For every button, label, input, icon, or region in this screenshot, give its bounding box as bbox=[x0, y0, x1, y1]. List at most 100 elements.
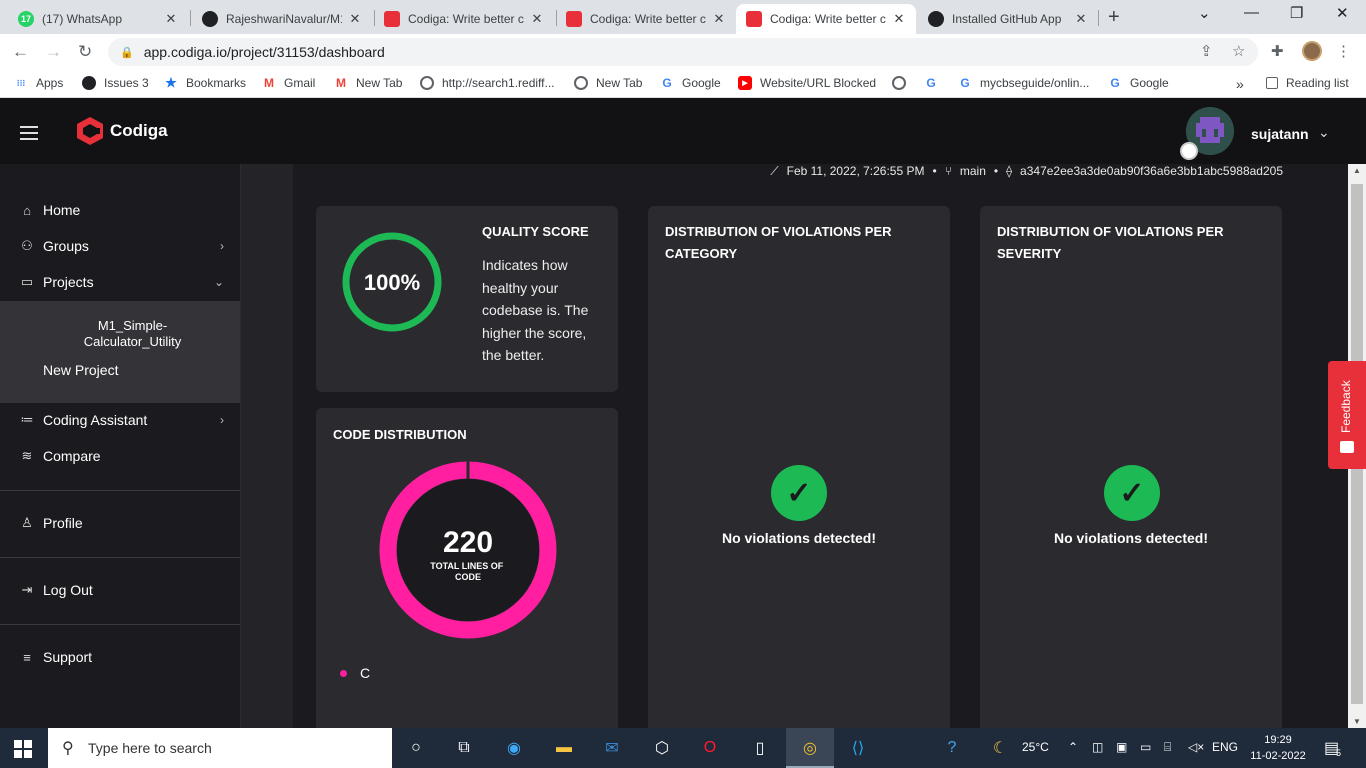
sidebar-item-coding-assistant[interactable]: ≔ Coding Assistant › bbox=[0, 402, 240, 438]
windows-start-icon[interactable] bbox=[14, 740, 32, 758]
forward-arrow-icon[interactable]: → bbox=[45, 42, 62, 62]
bookmark-bookmarks[interactable]: ★ Bookmarks bbox=[164, 75, 247, 90]
bookmark-google-3[interactable]: G Google bbox=[1108, 76, 1168, 90]
tab-whatsapp[interactable]: 17 (17) WhatsApp ✕ bbox=[8, 4, 188, 34]
taskbar-clock[interactable]: 19:29 11-02-2022 bbox=[1250, 732, 1306, 764]
battery-icon[interactable]: ▭ bbox=[1140, 740, 1151, 754]
close-icon[interactable]: ✕ bbox=[712, 11, 726, 27]
vscode-icon[interactable]: ⟨⟩ bbox=[846, 736, 870, 760]
more-bookmarks-button[interactable]: » bbox=[1236, 76, 1244, 92]
tab-search-icon[interactable]: ⌄ bbox=[1198, 4, 1211, 22]
display-icon[interactable]: ▣ bbox=[1116, 740, 1127, 754]
github-icon bbox=[82, 76, 96, 90]
file-explorer-icon[interactable]: ▬ bbox=[552, 736, 576, 760]
globe-icon bbox=[574, 76, 588, 90]
task-view-icon[interactable]: ⧉ bbox=[452, 736, 476, 760]
bookmark-gmail[interactable]: M Gmail bbox=[262, 76, 315, 90]
close-icon[interactable]: ✕ bbox=[164, 11, 178, 27]
edge-icon[interactable]: ◉ bbox=[502, 736, 526, 760]
tab-github-app[interactable]: Installed GitHub App ✕ bbox=[918, 4, 1098, 34]
reload-icon[interactable]: ↻ bbox=[78, 42, 92, 62]
language-indicator[interactable]: ENG bbox=[1212, 740, 1238, 754]
sidebar: ⌂ Home ⚇ Groups › ▭ Projects ⌄ M1_Simple… bbox=[0, 164, 241, 728]
quality-score-description: Indicates how healthy your codebase is. … bbox=[482, 257, 589, 363]
whatsapp-icon: 17 bbox=[18, 11, 34, 27]
sidebar-item-projects[interactable]: ▭ Projects ⌄ bbox=[0, 264, 240, 300]
bookmark-label: http://search1.rediff... bbox=[442, 76, 555, 90]
bookmark-issues[interactable]: Issues 3 bbox=[82, 76, 149, 90]
sidebar-item-label: Log Out bbox=[43, 582, 93, 598]
codiga-icon bbox=[746, 11, 762, 27]
bookmark-star-icon[interactable]: ☆ bbox=[1232, 42, 1245, 60]
tab-title: Codiga: Write better c bbox=[770, 12, 886, 26]
share-icon[interactable]: ⇪ bbox=[1200, 42, 1213, 60]
taskbar-search-input[interactable]: ⚲ Type here to search bbox=[48, 728, 392, 768]
chrome-icon[interactable]: ◎ bbox=[798, 736, 822, 760]
no-violations-message: No violations detected! bbox=[1053, 530, 1209, 546]
chevron-up-icon[interactable]: ⌃ bbox=[1068, 740, 1078, 754]
sidebar-item-compare[interactable]: ≋ Compare bbox=[0, 438, 240, 474]
url-field[interactable]: 🔒 app.codiga.io/project/31153/dashboard bbox=[108, 38, 1258, 66]
mail-icon[interactable]: ✉ bbox=[600, 736, 624, 760]
volume-muted-icon[interactable]: ◁× bbox=[1188, 740, 1204, 754]
close-icon[interactable]: ✕ bbox=[892, 11, 906, 27]
hamburger-menu-icon[interactable] bbox=[20, 126, 38, 140]
feedback-tab[interactable]: Feedback bbox=[1328, 361, 1366, 469]
close-window-button[interactable]: ✕ bbox=[1336, 4, 1349, 22]
sidebar-item-logout[interactable]: ⇥ Log Out bbox=[0, 572, 240, 608]
close-icon[interactable]: ✕ bbox=[530, 11, 544, 27]
new-tab-button[interactable]: + bbox=[1108, 6, 1120, 29]
bookmark-google-2[interactable]: G bbox=[924, 76, 946, 90]
bookmark-url-blocked[interactable]: ▶ Website/URL Blocked bbox=[738, 76, 876, 90]
codiga-logo[interactable]: Codiga bbox=[76, 116, 168, 146]
branch-icon: ⑂ bbox=[944, 164, 952, 178]
lock-icon: 🔒 bbox=[120, 46, 134, 59]
total-lines-label-line-1: TOTAL LINES OF bbox=[430, 561, 504, 571]
bookmark-new-tab-1[interactable]: M New Tab bbox=[334, 76, 402, 90]
tab-title: (17) WhatsApp bbox=[42, 12, 123, 26]
tab-codiga-2[interactable]: Codiga: Write better c ✕ bbox=[556, 4, 736, 34]
extensions-icon[interactable]: ✚ bbox=[1271, 42, 1284, 60]
minimize-button[interactable]: — bbox=[1244, 4, 1259, 21]
notepad-icon[interactable]: ▯ bbox=[748, 736, 772, 760]
tab-github-repo[interactable]: RajeshwariNavalur/M1 ✕ bbox=[192, 4, 372, 34]
sidebar-item-profile[interactable]: ♙ Profile bbox=[0, 505, 240, 541]
close-icon[interactable]: ✕ bbox=[348, 11, 362, 27]
opera-icon[interactable]: O bbox=[698, 736, 722, 760]
back-arrow-icon[interactable]: ← bbox=[12, 42, 29, 62]
sidebar-item-home[interactable]: ⌂ Home bbox=[0, 192, 240, 228]
bookmark-google-1[interactable]: G Google bbox=[660, 76, 720, 90]
star-icon: ★ bbox=[165, 75, 177, 90]
sidebar-item-groups[interactable]: ⚇ Groups › bbox=[0, 228, 240, 264]
codiga-icon bbox=[566, 11, 582, 27]
close-icon[interactable]: ✕ bbox=[1074, 11, 1088, 27]
app-icon[interactable]: ⬡ bbox=[650, 736, 674, 760]
sidebar-item-support[interactable]: ≡ Support bbox=[0, 639, 240, 675]
chevron-down-icon[interactable]: ⌄ bbox=[1318, 124, 1330, 141]
scroll-down-arrow-icon[interactable]: ▼ bbox=[1353, 717, 1361, 726]
maximize-button[interactable]: ❐ bbox=[1290, 4, 1303, 22]
cortana-icon[interactable]: ○ bbox=[404, 736, 428, 760]
meet-now-icon[interactable]: ◫ bbox=[1092, 740, 1103, 754]
bookmark-mycbseguide[interactable]: G mycbseguide/onlin... bbox=[958, 76, 1089, 90]
weather-moon-icon[interactable]: ☾ bbox=[988, 736, 1012, 760]
chrome-menu-icon[interactable]: ⋮ bbox=[1336, 42, 1351, 60]
reading-list-button[interactable]: Reading list bbox=[1266, 76, 1349, 90]
bookmark-rediff[interactable]: http://search1.rediff... bbox=[420, 76, 555, 90]
help-icon[interactable]: ? bbox=[940, 736, 964, 760]
browser-profile-avatar[interactable] bbox=[1302, 41, 1322, 61]
new-project-link[interactable]: New Project bbox=[43, 362, 118, 378]
bookmark-globe[interactable] bbox=[892, 76, 914, 90]
temperature-text[interactable]: 25°C bbox=[1022, 740, 1049, 754]
bookmark-new-tab-2[interactable]: New Tab bbox=[574, 76, 642, 90]
username[interactable]: sujatann bbox=[1251, 126, 1309, 142]
tab-codiga-1[interactable]: Codiga: Write better c ✕ bbox=[374, 4, 554, 34]
network-icon[interactable]: ⌸ bbox=[1164, 740, 1171, 755]
bookmark-label: Bookmarks bbox=[186, 76, 247, 90]
bookmark-apps[interactable]: ⁝⁝⁝ Apps bbox=[14, 76, 64, 90]
sidebar-divider bbox=[0, 490, 240, 491]
scroll-up-arrow-icon[interactable]: ▲ bbox=[1353, 166, 1361, 175]
project-link[interactable]: M1_Simple-Calculator_Utility bbox=[70, 318, 195, 350]
commit-icon: ⟠ bbox=[1006, 164, 1013, 178]
tab-codiga-active[interactable]: Codiga: Write better c ✕ bbox=[736, 4, 916, 34]
